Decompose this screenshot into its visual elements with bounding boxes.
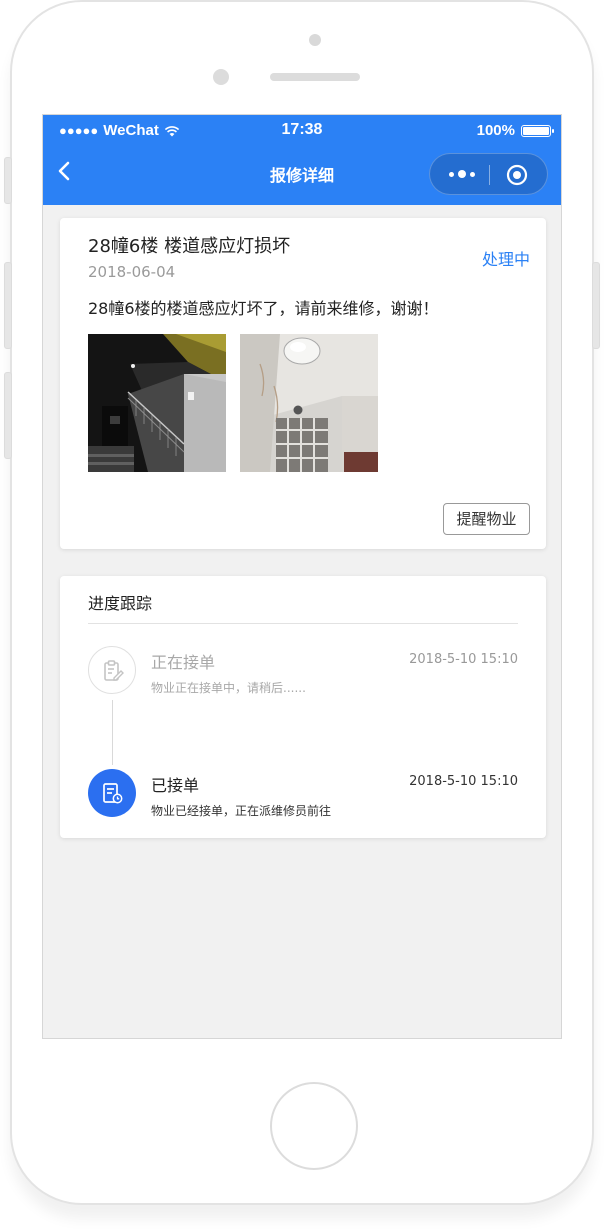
home-button[interactable] bbox=[270, 1082, 358, 1170]
step-2-description: 物业已经接单，正在派维修员前往 bbox=[151, 804, 332, 818]
front-camera bbox=[309, 34, 321, 46]
step-pending-indicator bbox=[88, 646, 136, 694]
order-accepted-icon bbox=[103, 783, 123, 804]
more-options-icon[interactable] bbox=[444, 165, 480, 183]
close-miniprogram-icon[interactable] bbox=[505, 163, 529, 187]
power-button bbox=[592, 262, 600, 349]
step-1-time: 2018-5-10 15:10 bbox=[409, 652, 518, 667]
progress-tracking-card: 进度跟踪 正在接单 2018-5-10 15:10 物业正在接单中，请稍后...… bbox=[60, 576, 546, 838]
remind-property-button[interactable]: 提醒物业 bbox=[443, 503, 530, 535]
step-1-name: 正在接单 bbox=[151, 653, 216, 672]
issue-date: 2018-06-04 bbox=[88, 263, 176, 281]
repair-detail-card: 28幢6楼 楼道感应灯损坏 2018-06-04 处理中 28幢6楼的楼道感应灯… bbox=[60, 218, 546, 549]
progress-divider bbox=[88, 623, 518, 624]
app-screen: ●●●●● WeChat 17:38 100% 报修详细 28幢6楼 楼道感应灯… bbox=[42, 114, 562, 1039]
status-badge: 处理中 bbox=[481, 250, 530, 269]
issue-title: 28幢6楼 楼道感应灯损坏 bbox=[88, 236, 291, 257]
clipboard-edit-icon bbox=[104, 660, 124, 681]
battery-percentage: 100% bbox=[476, 122, 515, 139]
repair-photo-stairwell[interactable] bbox=[88, 334, 226, 472]
mute-switch bbox=[4, 157, 12, 204]
top-bar: ●●●●● WeChat 17:38 100% 报修详细 bbox=[43, 115, 561, 205]
volume-down-button bbox=[4, 372, 12, 459]
miniprogram-capsule bbox=[429, 153, 548, 195]
capsule-divider bbox=[489, 165, 490, 185]
proximity-sensor bbox=[213, 69, 229, 85]
step-2-time: 2018-5-10 15:10 bbox=[409, 774, 518, 789]
issue-description: 28幢6楼的楼道感应灯坏了，请前来维修，谢谢！ bbox=[88, 299, 439, 318]
status-bar: ●●●●● WeChat 17:38 100% bbox=[43, 115, 561, 145]
earpiece-speaker bbox=[270, 73, 360, 81]
repair-photo-ceiling-light[interactable] bbox=[240, 334, 378, 472]
timeline-connector bbox=[112, 700, 113, 765]
battery-icon bbox=[521, 124, 554, 137]
volume-up-button bbox=[4, 262, 12, 349]
progress-title: 进度跟踪 bbox=[88, 594, 153, 613]
step-active-indicator bbox=[88, 769, 136, 817]
step-1-description: 物业正在接单中，请稍后...... bbox=[151, 681, 306, 695]
step-2-name: 已接单 bbox=[151, 776, 200, 795]
